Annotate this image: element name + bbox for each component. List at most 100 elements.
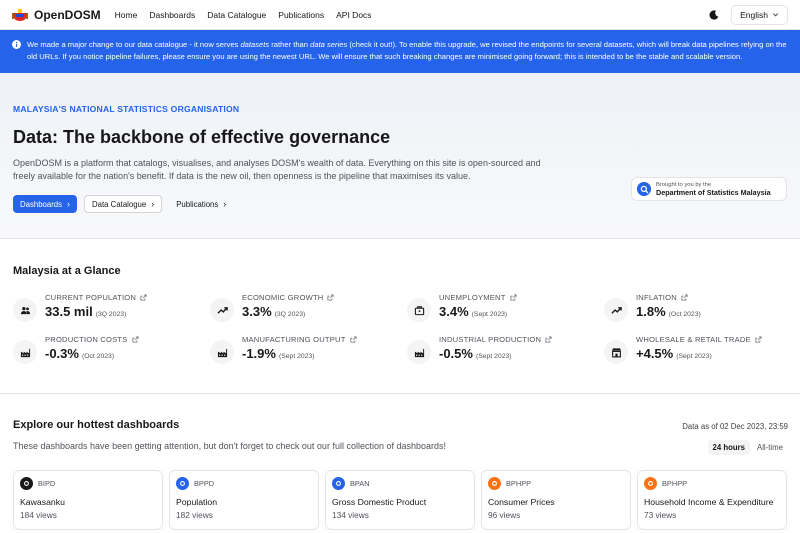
factory-icon (407, 340, 431, 364)
nav-home[interactable]: Home (115, 10, 138, 20)
dashboard-card[interactable]: BPHPP Consumer Prices 96 views (481, 470, 631, 530)
stat-period: (Sept 2023) (676, 353, 712, 360)
dashboard-cards: BIPD Kawasanku 184 views BPPD Population 182 … (13, 470, 787, 530)
stat-period: (3Q 2023) (95, 311, 127, 318)
dashboard-card[interactable]: BPHPP Household Income & Expenditure 73 vi… (637, 470, 787, 530)
external-link-icon[interactable] (140, 294, 147, 301)
data-catalogue-button[interactable]: Data Catalogue › (84, 195, 163, 213)
chevron-down-icon (772, 13, 779, 17)
briefcase-icon (407, 298, 431, 322)
dashboard-card[interactable]: BPPD Population 182 views (169, 470, 319, 530)
stat-label: MANUFACTURING OUTPUT (242, 335, 346, 344)
publications-button[interactable]: Publications › (169, 195, 233, 213)
card-agency-code: BPHPP (506, 479, 532, 488)
hero-eyebrow: MALAYSIA'S NATIONAL STATISTICS ORGANISAT… (13, 104, 240, 114)
coat-of-arms-icon (12, 8, 28, 21)
info-icon (12, 40, 21, 49)
brand-name: OpenDOSM (34, 7, 101, 22)
stat-item: MANUFACTURING OUTPUT -1.9% (Sept 2023) (210, 335, 400, 369)
stat-label: ECONOMIC GROWTH (242, 293, 324, 302)
external-link-icon[interactable] (681, 294, 688, 301)
nav-api-docs[interactable]: API Docs (336, 10, 371, 20)
card-views: 96 views (488, 510, 521, 520)
trend-up-icon (210, 298, 234, 322)
card-views: 182 views (176, 510, 213, 520)
nav-publications[interactable]: Publications (278, 10, 324, 20)
card-title: Kawasanku (20, 497, 65, 507)
agency-logo-icon (332, 477, 345, 490)
external-link-icon[interactable] (350, 336, 357, 343)
external-link-icon[interactable] (131, 336, 139, 343)
stat-value: 3.4% (439, 304, 469, 319)
toggle-24-hours[interactable]: 24 hours (707, 440, 750, 455)
stat-item: ECONOMIC GROWTH 3.3% (3Q 2023) (210, 293, 400, 327)
card-title: Population (176, 497, 218, 507)
dosm-attribution[interactable]: Brought to you by the Department of Stat… (631, 177, 787, 201)
agency-logo-icon (644, 477, 657, 490)
top-navbar: OpenDOSM Home Dashboards Data Catalogue … (0, 0, 800, 30)
stat-value: 3.3% (242, 304, 272, 319)
card-title: Gross Domestic Product (332, 497, 427, 507)
dashboards-button[interactable]: Dashboards › (13, 195, 78, 213)
stat-value: -0.5% (439, 346, 473, 361)
announcement-banner: We made a major change to our data catal… (0, 30, 800, 73)
external-link-icon[interactable] (327, 294, 334, 301)
hero-description: OpenDOSM is a platform that catalogs, vi… (13, 158, 541, 181)
brand[interactable]: OpenDOSM (12, 8, 101, 22)
dashboard-card[interactable]: BIPD Kawasanku 184 views (13, 470, 163, 530)
nav-dashboards[interactable]: Dashboards (149, 10, 195, 20)
dashboards-button-label: Dashboards (20, 199, 63, 209)
external-link-icon[interactable] (755, 336, 762, 343)
data-catalogue-button-label: Data Catalogue (92, 199, 147, 209)
toggle-all-time[interactable]: All-time (752, 440, 788, 455)
stat-item: UNEMPLOYMENT 3.4% (Sept 2023) (407, 293, 597, 327)
stat-label: CURRENT POPULATION (45, 293, 137, 302)
stat-label: INFLATION (636, 293, 677, 302)
banner-text-2: rather than (269, 40, 311, 49)
card-agency-code: BIPD (38, 479, 56, 488)
card-views: 73 views (644, 510, 677, 520)
dosm-logo-icon (637, 182, 651, 196)
stat-period: (3Q 2023) (274, 311, 306, 318)
stat-item: WHOLESALE & RETAIL TRADE +4.5% (Sept 2023) (604, 335, 794, 369)
banner-emphasis-datasets: datasets (240, 40, 270, 49)
banner-emphasis-data-series: data series (310, 40, 348, 49)
explore-title: Explore our hottest dashboards (13, 419, 180, 431)
stat-label: INDUSTRIAL PRODUCTION (439, 335, 542, 344)
agency-name: Department of Statistics Malaysia (656, 187, 771, 197)
stat-item: PRODUCTION COSTS -0.3% (Oct 2023) (13, 335, 203, 369)
stat-value: 1.8% (636, 304, 666, 319)
external-link-icon[interactable] (545, 336, 552, 343)
language-select[interactable]: English (731, 4, 788, 25)
stat-value: 33.5 mil (45, 304, 93, 319)
nav-data-catalogue[interactable]: Data Catalogue (207, 10, 266, 20)
moon-icon[interactable] (709, 9, 719, 20)
card-views: 134 views (332, 510, 369, 520)
stat-period: (Oct 2023) (668, 311, 701, 318)
external-link-icon[interactable] (510, 294, 517, 301)
card-agency-code: BPPD (194, 479, 215, 488)
dashboard-card[interactable]: BPAN Gross Domestic Product 134 views (325, 470, 475, 530)
banner-text-1: We made a major change to our data catal… (27, 40, 241, 49)
stat-period: (Sept 2023) (278, 353, 315, 360)
stat-period: (Oct 2023) (81, 353, 115, 360)
glance-section: Malaysia at a Glance CURRENT POPULATION 3… (0, 239, 800, 394)
card-agency-code: BPHPP (662, 479, 688, 488)
publications-button-label: Publications (176, 199, 219, 209)
stat-item: CURRENT POPULATION 33.5 mil (3Q 2023) (13, 293, 203, 327)
explore-section: Explore our hottest dashboards These das… (0, 394, 800, 530)
stat-period: (Sept 2023) (475, 353, 512, 360)
agency-logo-icon (176, 477, 189, 490)
stat-label: WHOLESALE & RETAIL TRADE (636, 335, 751, 344)
chevron-right-icon: › (151, 198, 155, 209)
data-as-of: Data as of 02 Dec 2023, 23:59 (682, 422, 788, 431)
card-title: Household Income & Expenditure (644, 497, 774, 507)
stat-value: +4.5% (636, 346, 674, 361)
stat-item: INFLATION 1.8% (Oct 2023) (604, 293, 794, 327)
card-views: 184 views (20, 510, 57, 520)
stat-period: (Sept 2023) (471, 311, 508, 318)
chevron-right-icon: › (67, 198, 71, 209)
agency-logo-icon (20, 477, 33, 490)
stat-item: INDUSTRIAL PRODUCTION -0.5% (Sept 2023) (407, 335, 597, 369)
explore-description: These dashboards have been getting atten… (13, 441, 447, 451)
